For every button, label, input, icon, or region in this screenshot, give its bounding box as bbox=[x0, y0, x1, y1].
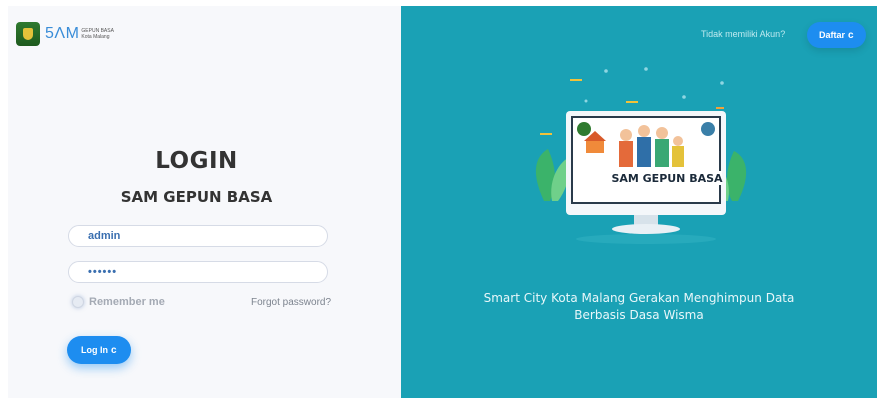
remember-me-toggle[interactable]: Remember me bbox=[72, 296, 165, 308]
remember-me-radio[interactable] bbox=[72, 296, 84, 308]
login-button[interactable]: Log In c bbox=[67, 336, 131, 364]
login-button-icon: c bbox=[111, 344, 117, 356]
city-emblem-icon bbox=[577, 122, 591, 136]
hero-tagline-line1: Smart City Kota Malang Gerakan Menghimpu… bbox=[483, 291, 795, 305]
forgot-password-link[interactable]: Forgot password? bbox=[251, 297, 331, 308]
login-button-label: Log In bbox=[81, 345, 108, 355]
register-button[interactable]: Daftar c bbox=[807, 22, 866, 48]
app-logo[interactable]: 5ΛM GEPUN BASA Kota Malang bbox=[16, 22, 114, 46]
city-emblem-icon bbox=[16, 22, 40, 46]
app-name-heading: SAM GEPUN BASA bbox=[120, 188, 273, 206]
logo-sub-line2: Kota Malang bbox=[81, 34, 110, 40]
login-panel: 5ΛM GEPUN BASA Kota Malang LOGIN SAM GEP… bbox=[8, 6, 401, 398]
logo-brand-text: 5ΛM bbox=[45, 25, 80, 42]
computer-illustration: SAM GEPUN BASA bbox=[535, 67, 747, 244]
logo-subtitle: GEPUN BASA Kota Malang bbox=[81, 28, 114, 40]
username-input[interactable] bbox=[68, 225, 328, 247]
screen-caption: SAM GEPUN BASA bbox=[611, 172, 723, 185]
password-input[interactable] bbox=[68, 261, 328, 283]
register-button-icon: c bbox=[848, 29, 854, 41]
no-account-prompt: Tidak memiliki Akun? bbox=[701, 29, 786, 39]
plant-left-icon bbox=[535, 149, 571, 201]
register-button-label: Daftar bbox=[819, 30, 846, 40]
community-seal-icon bbox=[701, 122, 715, 136]
hero-tagline-line2: Berbasis Dasa Wisma bbox=[574, 308, 704, 322]
hero-panel: Tidak memiliki Akun? Daftar c SAM GEPUN … bbox=[401, 6, 877, 398]
hero-tagline: Smart City Kota Malang Gerakan Menghimpu… bbox=[401, 290, 877, 324]
page-title: LOGIN bbox=[155, 148, 238, 174]
monitor-base bbox=[612, 224, 680, 234]
remember-me-label: Remember me bbox=[89, 296, 165, 308]
